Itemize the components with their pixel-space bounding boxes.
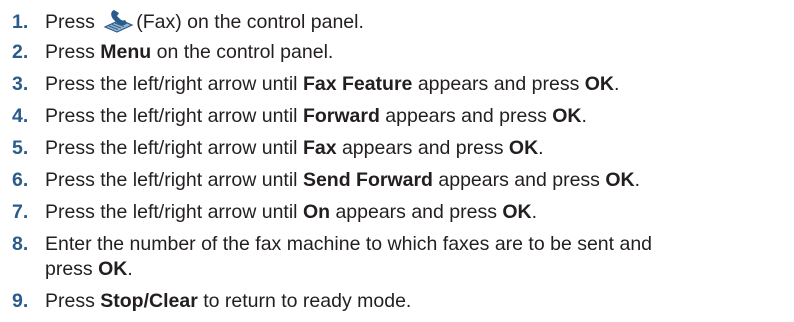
step-text: Press the left/right arrow until Forward…	[45, 105, 587, 127]
step-text: Press the left/right arrow until Send Fo…	[45, 169, 640, 191]
step-1: 1. Press (Fax) on the control panel.	[12, 7, 364, 35]
step-5: 5. Press the left/right arrow until Fax …	[12, 136, 544, 161]
step-text: Press the left/right arrow until On appe…	[45, 201, 538, 223]
step-8: 8. Enter the number of the fax machine t…	[12, 232, 652, 282]
step-3: 3. Press the left/right arrow until Fax …	[12, 72, 619, 97]
fax-icon	[103, 10, 134, 33]
step-text: Press Stop/Clear to return to ready mode…	[45, 290, 412, 312]
step-number: 5.	[12, 137, 29, 159]
step-2: 2. Press Menu on the control panel.	[12, 40, 333, 65]
step-number: 2.	[12, 41, 29, 63]
step-6: 6. Press the left/right arrow until Send…	[12, 168, 640, 193]
step-number: 1.	[12, 11, 29, 33]
step-number: 8.	[12, 233, 29, 255]
step-9: 9. Press Stop/Clear to return to ready m…	[12, 289, 411, 314]
step-7: 7. Press the left/right arrow until On a…	[12, 200, 537, 225]
step-text: Press the left/right arrow until Fax Fea…	[45, 73, 620, 95]
step-number: 6.	[12, 169, 29, 191]
step-number: 3.	[12, 73, 29, 95]
instruction-list: 1. Press (Fax) on the control panel. 2. …	[0, 0, 794, 322]
step-text: Press the left/right arrow until Fax app…	[45, 137, 544, 159]
step-text: Enter the number of the fax machine to w…	[45, 233, 653, 280]
step-text: Press Menu on the control panel.	[45, 41, 334, 63]
step-number: 7.	[12, 201, 29, 223]
step-4: 4. Press the left/right arrow until Forw…	[12, 104, 587, 129]
step-number: 9.	[12, 290, 29, 312]
step-text: Press (Fax) on the control panel.	[45, 7, 364, 35]
step-number: 4.	[12, 105, 29, 127]
